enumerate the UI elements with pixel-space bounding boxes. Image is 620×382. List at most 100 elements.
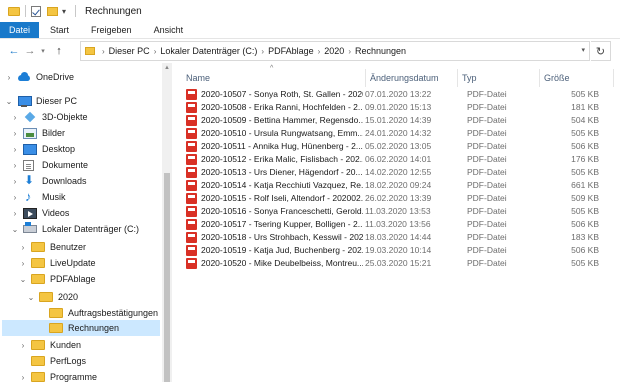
nav-item-kunden[interactable]: › Kunden <box>18 337 162 353</box>
file-type: PDF-Datei <box>467 128 507 138</box>
scrollbar-thumb[interactable] <box>164 173 170 382</box>
pdf-file-icon <box>186 128 197 139</box>
breadcrumb-separator[interactable]: › <box>318 47 321 56</box>
scroll-up-icon[interactable]: ▲ <box>164 65 170 71</box>
refresh-button[interactable]: ↻ <box>591 41 611 61</box>
chevron-right-icon[interactable]: › <box>18 259 28 268</box>
up-button[interactable]: ↑ <box>51 45 67 57</box>
chevron-right-icon[interactable]: › <box>18 243 28 252</box>
nav-item-local-disk[interactable]: ⌄ Lokaler Datenträger (C:) <box>10 221 162 237</box>
file-row[interactable]: 2020-10518 - Urs Strohbach, Kesswil - 20… <box>182 231 610 244</box>
breadcrumb-separator[interactable]: › <box>348 47 351 56</box>
address-bar[interactable]: › Dieser PC › Lokaler Datenträger (C:) ›… <box>80 41 590 61</box>
chevron-right-icon[interactable]: › <box>10 193 20 202</box>
forward-button[interactable]: → <box>22 45 38 57</box>
file-row[interactable]: 2020-10507 - Sonya Roth, St. Gallen - 20… <box>182 88 610 101</box>
chevron-right-icon[interactable]: › <box>18 373 28 382</box>
nav-item-benutzer[interactable]: › Benutzer <box>18 239 162 255</box>
chevron-right-icon[interactable]: › <box>10 113 20 122</box>
file-size: 506 KB <box>571 219 599 229</box>
file-row[interactable]: 2020-10513 - Urs Diener, Hägendorf - 20.… <box>182 166 610 179</box>
chevron-right-icon[interactable]: › <box>10 177 20 186</box>
file-type: PDF-Datei <box>467 258 507 268</box>
breadcrumb-rechnungen[interactable]: Rechnungen <box>355 46 406 56</box>
folder-icon <box>31 258 45 268</box>
properties-icon[interactable] <box>31 5 41 17</box>
column-header-date[interactable]: Änderungsdatum <box>366 69 458 87</box>
nav-item-3d-objects[interactable]: › 3D-Objekte <box>10 109 162 125</box>
breadcrumb-separator[interactable]: › <box>261 47 264 56</box>
nav-item-label: Videos <box>42 208 70 218</box>
nav-item-2020[interactable]: ⌄ 2020 <box>26 289 162 305</box>
file-row[interactable]: 2020-10516 - Sonya Franceschetti, Gerold… <box>182 205 610 218</box>
file-name: 2020-10508 - Erika Ranni, Hochfelden - 2… <box>201 102 363 112</box>
file-row[interactable]: 2020-10509 - Bettina Hammer, Regensdo...… <box>182 114 610 127</box>
nav-item-programme[interactable]: › Programme <box>18 369 162 382</box>
nav-item-label: 3D-Objekte <box>42 112 88 122</box>
tab-home[interactable]: Start <box>39 22 80 38</box>
tab-view[interactable]: Ansicht <box>143 22 195 38</box>
breadcrumb-separator[interactable]: › <box>102 47 105 56</box>
pdf-file-icon <box>186 89 197 100</box>
nav-item-perflogs[interactable]: PerfLogs <box>18 353 162 369</box>
file-size: 505 KB <box>571 206 599 216</box>
column-header-name[interactable]: Name <box>182 69 366 87</box>
breadcrumb-this-pc[interactable]: Dieser PC <box>109 46 150 56</box>
chevron-right-icon[interactable]: › <box>18 341 28 350</box>
pdf-file-icon <box>186 167 197 178</box>
file-row[interactable]: 2020-10512 - Erika Malic, Fislisbach - 2… <box>182 153 610 166</box>
nav-item-desktop[interactable]: › Desktop <box>10 141 162 157</box>
folder-icon <box>31 356 45 366</box>
nav-item-videos[interactable]: › Videos <box>10 205 162 221</box>
nav-item-label: Dokumente <box>42 160 89 170</box>
chevron-right-icon[interactable]: › <box>10 209 20 218</box>
chevron-right-icon[interactable]: › <box>10 129 20 138</box>
nav-item-pictures[interactable]: › Bilder <box>10 125 162 141</box>
file-row[interactable]: 2020-10514 - Katja Recchiuti Vazquez, Re… <box>182 179 610 192</box>
nav-item-music[interactable]: › Musik <box>10 189 162 205</box>
file-row[interactable]: 2020-10519 - Katja Jud, Buchenberg - 202… <box>182 244 610 257</box>
file-row[interactable]: 2020-10510 - Ursula Rungwatsang, Emm... … <box>182 127 610 140</box>
file-row[interactable]: 2020-10517 - Tsering Kupper, Bolligen - … <box>182 218 610 231</box>
nav-item-this-pc[interactable]: ⌄ Dieser PC <box>4 93 162 109</box>
nav-item-pdfablage[interactable]: ⌄ PDFAblage <box>18 271 162 287</box>
nav-item-rechnungen[interactable]: Rechnungen <box>2 320 160 336</box>
chevron-down-icon[interactable]: ⌄ <box>18 275 28 284</box>
nav-item-downloads[interactable]: › Downloads <box>10 173 162 189</box>
nav-item-auftragsbestaetigungen[interactable]: Auftragsbestätigungen <box>36 305 162 321</box>
file-row[interactable]: 2020-10508 - Erika Ranni, Hochfelden - 2… <box>182 101 610 114</box>
breadcrumb-separator[interactable]: › <box>154 47 157 56</box>
pdf-file-icon <box>186 206 197 217</box>
column-header-size[interactable]: Größe <box>540 69 614 87</box>
address-history-button[interactable]: ▾ <box>581 46 585 54</box>
customize-quick-access-button[interactable]: ▾ <box>62 7 66 16</box>
pdf-file-icon <box>186 180 197 191</box>
chevron-down-icon[interactable]: ⌄ <box>4 97 14 106</box>
file-row[interactable]: 2020-10515 - Rolf Iseli, Altendorf - 202… <box>182 192 610 205</box>
file-type: PDF-Datei <box>467 219 507 229</box>
nav-item-onedrive[interactable]: › OneDrive <box>4 69 162 85</box>
chevron-right-icon[interactable]: › <box>4 73 14 82</box>
chevron-right-icon[interactable]: › <box>10 145 20 154</box>
tab-file[interactable]: Datei <box>0 22 40 38</box>
nav-item-documents[interactable]: › Dokumente <box>10 157 162 173</box>
chevron-right-icon[interactable]: › <box>10 161 20 170</box>
breadcrumb-2020[interactable]: 2020 <box>324 46 344 56</box>
navigation-scrollbar[interactable]: ▲ <box>162 63 172 382</box>
chevron-down-icon[interactable]: ⌄ <box>26 293 36 302</box>
column-header-type[interactable]: Typ <box>458 69 540 87</box>
nav-item-liveupdate[interactable]: › LiveUpdate <box>18 255 162 271</box>
breadcrumb-local-disk[interactable]: Lokaler Datenträger (C:) <box>160 46 257 56</box>
chevron-down-icon[interactable]: ⌄ <box>10 225 20 234</box>
back-button[interactable]: ← <box>6 45 22 57</box>
file-size: 505 KB <box>571 258 599 268</box>
new-folder-icon[interactable] <box>47 6 58 16</box>
file-row[interactable]: 2020-10520 - Mike Deubelbeiss, Montreu..… <box>182 257 610 270</box>
file-size: 506 KB <box>571 141 599 151</box>
nav-item-label: Dieser PC <box>36 96 78 106</box>
file-size: 504 KB <box>571 115 599 125</box>
tab-share[interactable]: Freigeben <box>80 22 143 38</box>
recent-locations-button[interactable]: ▾ <box>38 47 48 55</box>
file-row[interactable]: 2020-10511 - Annika Hug, Hünenberg - 2..… <box>182 140 610 153</box>
breadcrumb-pdfablage[interactable]: PDFAblage <box>268 46 314 56</box>
